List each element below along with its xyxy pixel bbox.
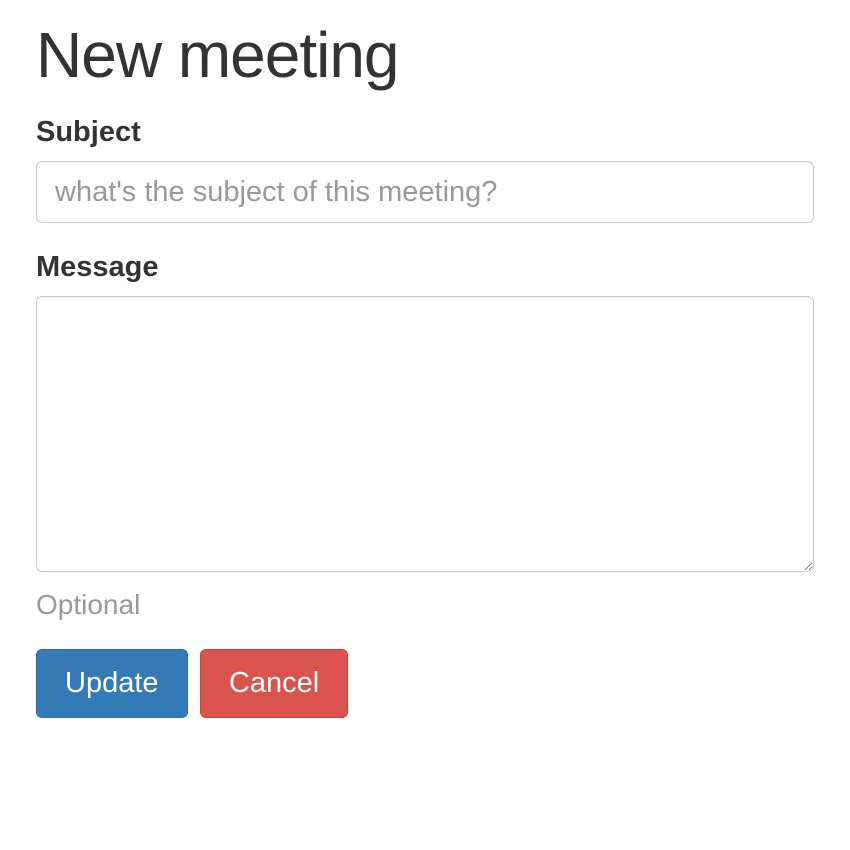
subject-label: Subject [36,116,814,149]
cancel-button[interactable]: Cancel [200,649,348,718]
button-row: Update Cancel [36,649,814,718]
message-label: Message [36,251,814,284]
subject-group: Subject [36,116,814,223]
message-input[interactable] [36,296,814,572]
update-button[interactable]: Update [36,649,188,718]
meeting-form: Subject Message Optional Update Cancel [36,116,814,718]
subject-input[interactable] [36,161,814,223]
message-group: Message Optional [36,251,814,621]
message-help-text: Optional [36,589,814,621]
page-title: New meeting [36,18,814,92]
